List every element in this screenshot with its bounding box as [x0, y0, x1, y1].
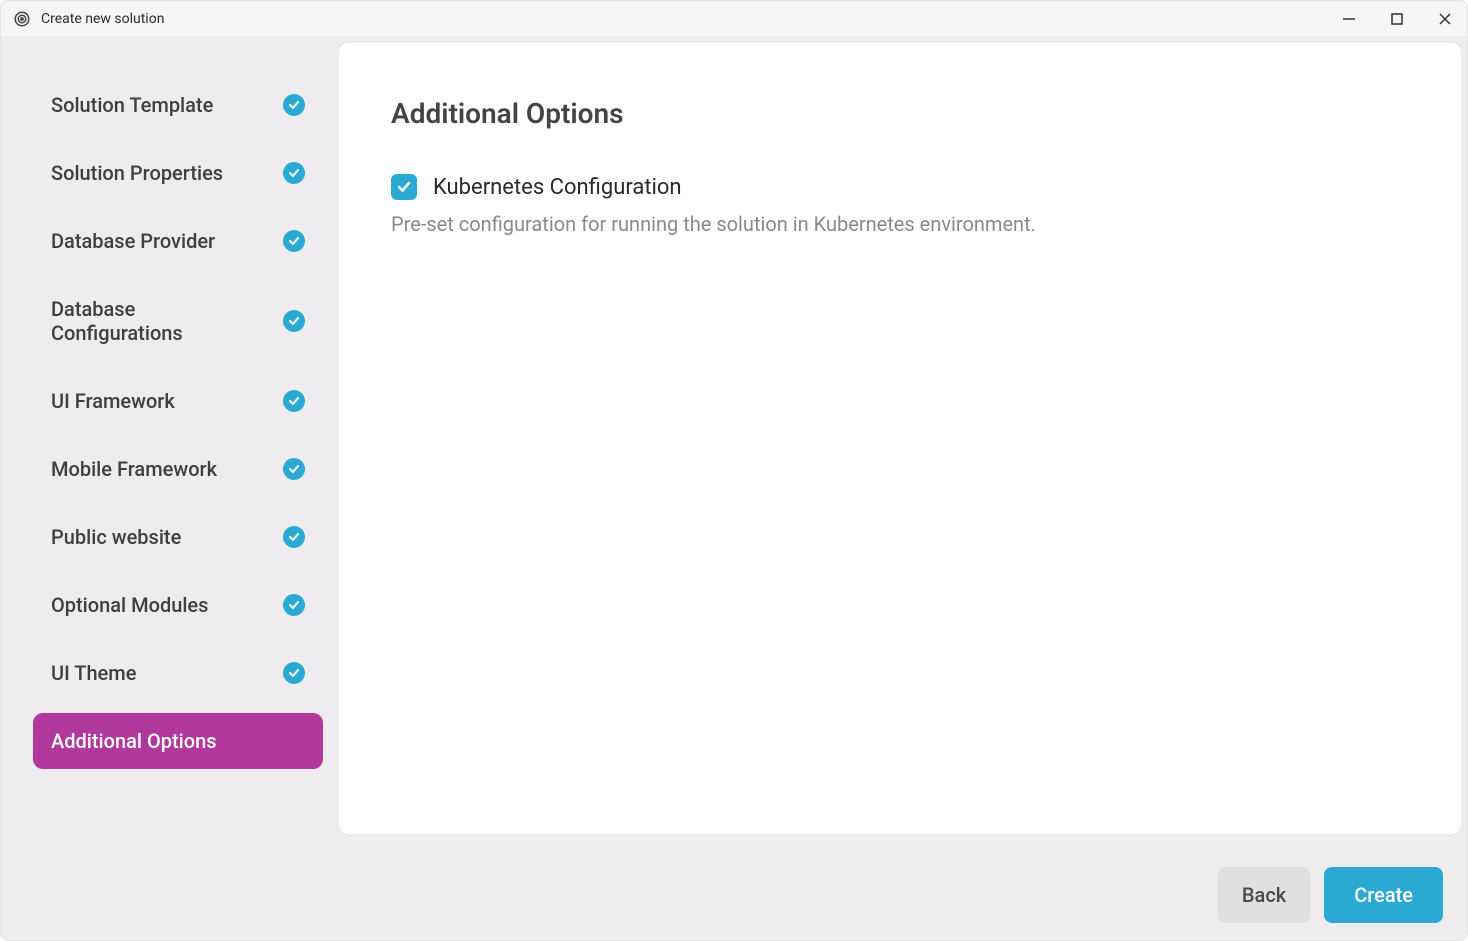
- maximize-button[interactable]: [1387, 9, 1407, 29]
- check-icon: [283, 390, 305, 412]
- sidebar-item-database-configurations[interactable]: Database Configurations: [33, 281, 323, 361]
- titlebar-controls: [1339, 9, 1455, 29]
- sidebar-item-label: Additional Options: [51, 729, 217, 753]
- sidebar: Solution Template Solution Properties Da…: [1, 37, 339, 850]
- option-kubernetes: Kubernetes Configuration: [391, 174, 1409, 200]
- sidebar-item-label: Optional Modules: [51, 593, 208, 617]
- check-icon: [283, 458, 305, 480]
- sidebar-item-public-website[interactable]: Public website: [33, 509, 323, 565]
- page-title: Additional Options: [391, 97, 1409, 130]
- sidebar-item-solution-properties[interactable]: Solution Properties: [33, 145, 323, 201]
- check-icon: [283, 310, 305, 332]
- sidebar-item-label: Solution Properties: [51, 161, 223, 185]
- main-wrap: Additional Options Kubernetes Configurat…: [339, 37, 1467, 850]
- sidebar-item-label: Database Configurations: [51, 297, 251, 345]
- check-icon: [283, 94, 305, 116]
- sidebar-item-solution-template[interactable]: Solution Template: [33, 77, 323, 133]
- titlebar: Create new solution: [1, 1, 1467, 37]
- sidebar-item-label: Database Provider: [51, 229, 215, 253]
- sidebar-item-ui-framework[interactable]: UI Framework: [33, 373, 323, 429]
- window: Create new solution Solution Template So…: [0, 0, 1468, 941]
- sidebar-item-mobile-framework[interactable]: Mobile Framework: [33, 441, 323, 497]
- back-button[interactable]: Back: [1218, 867, 1310, 923]
- create-button[interactable]: Create: [1324, 867, 1443, 923]
- main-panel: Additional Options Kubernetes Configurat…: [339, 43, 1461, 834]
- check-icon: [283, 594, 305, 616]
- kubernetes-checkbox[interactable]: [391, 174, 417, 200]
- sidebar-item-label: Mobile Framework: [51, 457, 217, 481]
- window-title: Create new solution: [41, 11, 164, 27]
- app-icon: [13, 10, 31, 28]
- minimize-button[interactable]: [1339, 9, 1359, 29]
- sidebar-item-label: Public website: [51, 525, 181, 549]
- sidebar-item-ui-theme[interactable]: UI Theme: [33, 645, 323, 701]
- close-button[interactable]: [1435, 9, 1455, 29]
- kubernetes-label: Kubernetes Configuration: [433, 175, 682, 200]
- sidebar-item-optional-modules[interactable]: Optional Modules: [33, 577, 323, 633]
- sidebar-item-label: Solution Template: [51, 93, 213, 117]
- check-icon: [283, 162, 305, 184]
- content: Solution Template Solution Properties Da…: [1, 37, 1467, 850]
- sidebar-item-additional-options[interactable]: Additional Options: [33, 713, 323, 769]
- footer: Back Create: [1, 850, 1467, 940]
- kubernetes-description: Pre-set configuration for running the so…: [391, 212, 1409, 236]
- sidebar-item-database-provider[interactable]: Database Provider: [33, 213, 323, 269]
- check-icon: [283, 526, 305, 548]
- sidebar-item-label: UI Framework: [51, 389, 175, 413]
- check-icon: [283, 662, 305, 684]
- check-icon: [283, 230, 305, 252]
- sidebar-item-label: UI Theme: [51, 661, 136, 685]
